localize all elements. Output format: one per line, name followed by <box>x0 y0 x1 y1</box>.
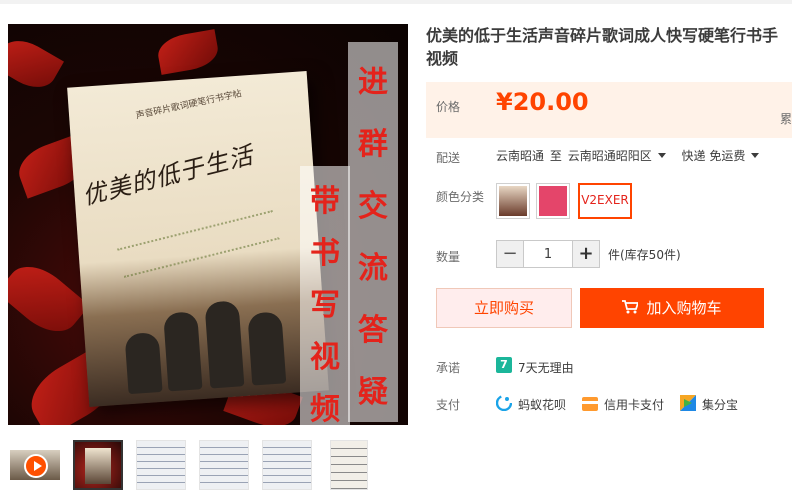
product-page: 声音碎片歌词硬笔行书字帖 优美的低于生活 带书写视频 进群交流答疑 优美的低于生… <box>0 0 792 501</box>
buy-now-button[interactable]: 立即购买 <box>436 288 572 328</box>
product-title: 优美的低于生活声音碎片歌词成人快写硬笔行书手视频 <box>426 26 779 68</box>
figure <box>124 331 163 395</box>
overlay-character: 书 <box>310 236 340 271</box>
overlay-character: 交 <box>358 189 388 224</box>
delivery-destination: 云南昭通昭阳区 <box>567 149 652 163</box>
main-product-image[interactable]: 声音碎片歌词硬笔行书字帖 优美的低于生活 带书写视频 进群交流答疑 <box>8 24 408 425</box>
credit-card-icon <box>582 396 598 415</box>
promise-label: 承诺 <box>436 361 461 375</box>
delivery-destination-select[interactable]: 云南昭通昭阳区 <box>568 149 676 163</box>
chevron-down-icon <box>751 153 760 158</box>
payment-method-credit-card[interactable]: 信用卡支付 <box>604 396 664 413</box>
leaf-decoration <box>8 254 90 344</box>
payment-label: 支付 <box>436 398 461 412</box>
promise-text[interactable]: 7天无理由 <box>518 359 574 376</box>
quantity-stepper: − + <box>496 240 600 268</box>
book-cover-photo <box>112 292 308 395</box>
overlay-character: 写 <box>310 288 340 323</box>
book-handwriting-lines <box>117 210 280 278</box>
delivery-to-word: 至 <box>549 149 562 163</box>
sku-option-2[interactable] <box>536 183 570 219</box>
sales-label-truncated: 累 <box>780 112 792 126</box>
thumbnail-1[interactable] <box>73 440 123 490</box>
thumbnail-2[interactable] <box>136 440 186 490</box>
huabei-icon <box>495 394 513 415</box>
thumbnail-5[interactable] <box>330 440 368 490</box>
payment-method-huabei[interactable]: 蚂蚁花呗 <box>518 396 566 413</box>
delivery-from: 云南昭通 <box>496 149 545 163</box>
figure <box>163 311 203 392</box>
add-to-cart-label: 加入购物车 <box>646 299 722 317</box>
delivery-label: 配送 <box>436 151 461 165</box>
overlay-character: 频 <box>310 392 340 425</box>
thumbnail-strip <box>8 440 380 492</box>
shipping-method: 快递 免运费 <box>681 149 746 163</box>
increment-button[interactable]: + <box>573 241 599 267</box>
leaf-decoration <box>155 29 221 75</box>
sku-option-3[interactable]: V2EXER <box>578 183 632 219</box>
overlay-character: 带 <box>310 184 340 219</box>
book-cover-script: 优美的低于生活 <box>79 140 257 211</box>
price-label: 价格 <box>436 100 461 114</box>
overlay-character: 答 <box>358 313 388 348</box>
sku-option-1[interactable] <box>496 183 530 219</box>
payment-method-jifenbao[interactable]: 集分宝 <box>702 396 738 413</box>
thumbnail-4[interactable] <box>262 440 312 490</box>
chevron-down-icon <box>657 153 666 158</box>
quantity-label: 数量 <box>436 250 461 264</box>
cart-icon <box>622 289 640 314</box>
top-divider <box>0 0 792 4</box>
sku-option-image <box>539 186 567 216</box>
seven-day-return-icon: 7 <box>496 357 512 373</box>
play-icon[interactable] <box>24 454 48 478</box>
book-cover: 声音碎片歌词硬笔行书字帖 优美的低于生活 <box>67 71 329 407</box>
leaf-decoration <box>8 31 64 97</box>
sku-option-label: V2EXER <box>581 193 629 207</box>
sku-label: 颜色分类 <box>436 190 485 204</box>
overlay-character: 进 <box>358 65 388 100</box>
price-panel: 价格 ¥20.00 累 <box>426 82 792 138</box>
jifenbao-icon <box>680 395 696 415</box>
video-thumbnail[interactable] <box>10 440 60 490</box>
figure <box>247 311 287 386</box>
thumbnail-3[interactable] <box>199 440 249 490</box>
overlay-character: 群 <box>358 127 388 162</box>
overlay-character: 流 <box>358 251 388 286</box>
figure <box>204 300 245 389</box>
overlay-text-right: 进群交流答疑 <box>348 42 398 422</box>
book-cover-subtitle: 声音碎片歌词硬笔行书字帖 <box>134 89 243 122</box>
add-to-cart-button[interactable]: 加入购物车 <box>580 288 764 328</box>
overlay-character: 视 <box>310 340 340 375</box>
delivery-info: 云南昭通 至 云南昭通昭阳区 快递 免运费 <box>496 147 771 164</box>
sku-option-image <box>499 186 527 216</box>
overlay-character: 疑 <box>358 375 388 410</box>
price-value: ¥20.00 <box>496 88 589 116</box>
shipping-select[interactable]: 快递 免运费 <box>682 149 770 163</box>
stock-text: 件(库存50件) <box>608 248 681 262</box>
quantity-input[interactable] <box>523 241 573 267</box>
decrement-button[interactable]: − <box>497 241 523 267</box>
overlay-text-left: 带书写视频 <box>300 166 350 425</box>
